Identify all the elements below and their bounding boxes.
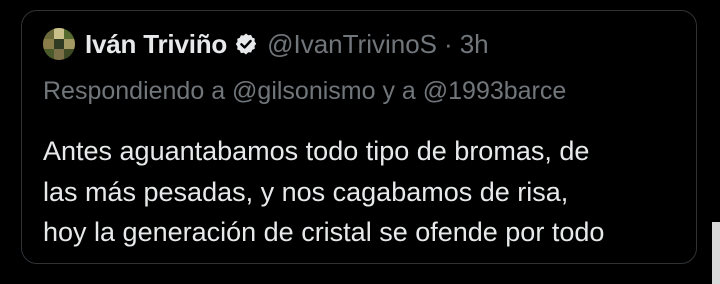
tweet-timestamp[interactable]: 3h	[460, 29, 489, 60]
author-handle[interactable]: @IvanTrivinoS	[267, 29, 437, 60]
tweet-text-line: Antes aguantabamos todo tipo de bromas, …	[43, 136, 590, 166]
quoted-tweet-card[interactable]: Iván Triviño @IvanTrivinoS · 3h Respondi…	[21, 10, 697, 264]
separator-dot: ·	[444, 28, 453, 59]
scrollbar[interactable]	[712, 222, 720, 284]
tweet-body: Antes aguantabamos todo tipo de bromas, …	[43, 131, 683, 253]
author-name[interactable]: Iván Triviño	[85, 29, 227, 60]
replying-to-text: Respondiendo a @gilsonismo y a @1993barc…	[43, 77, 567, 105]
tweet-header: Iván Triviño @IvanTrivinoS · 3h	[43, 28, 489, 60]
tweet-text-line: hoy la generación de cristal se ofende p…	[43, 217, 605, 247]
tweet-text-line: las más pesadas, y nos cagabamos de risa…	[43, 176, 569, 207]
avatar-image-icon	[43, 28, 75, 60]
author-avatar[interactable]	[43, 28, 75, 60]
verified-badge-icon	[234, 32, 258, 56]
